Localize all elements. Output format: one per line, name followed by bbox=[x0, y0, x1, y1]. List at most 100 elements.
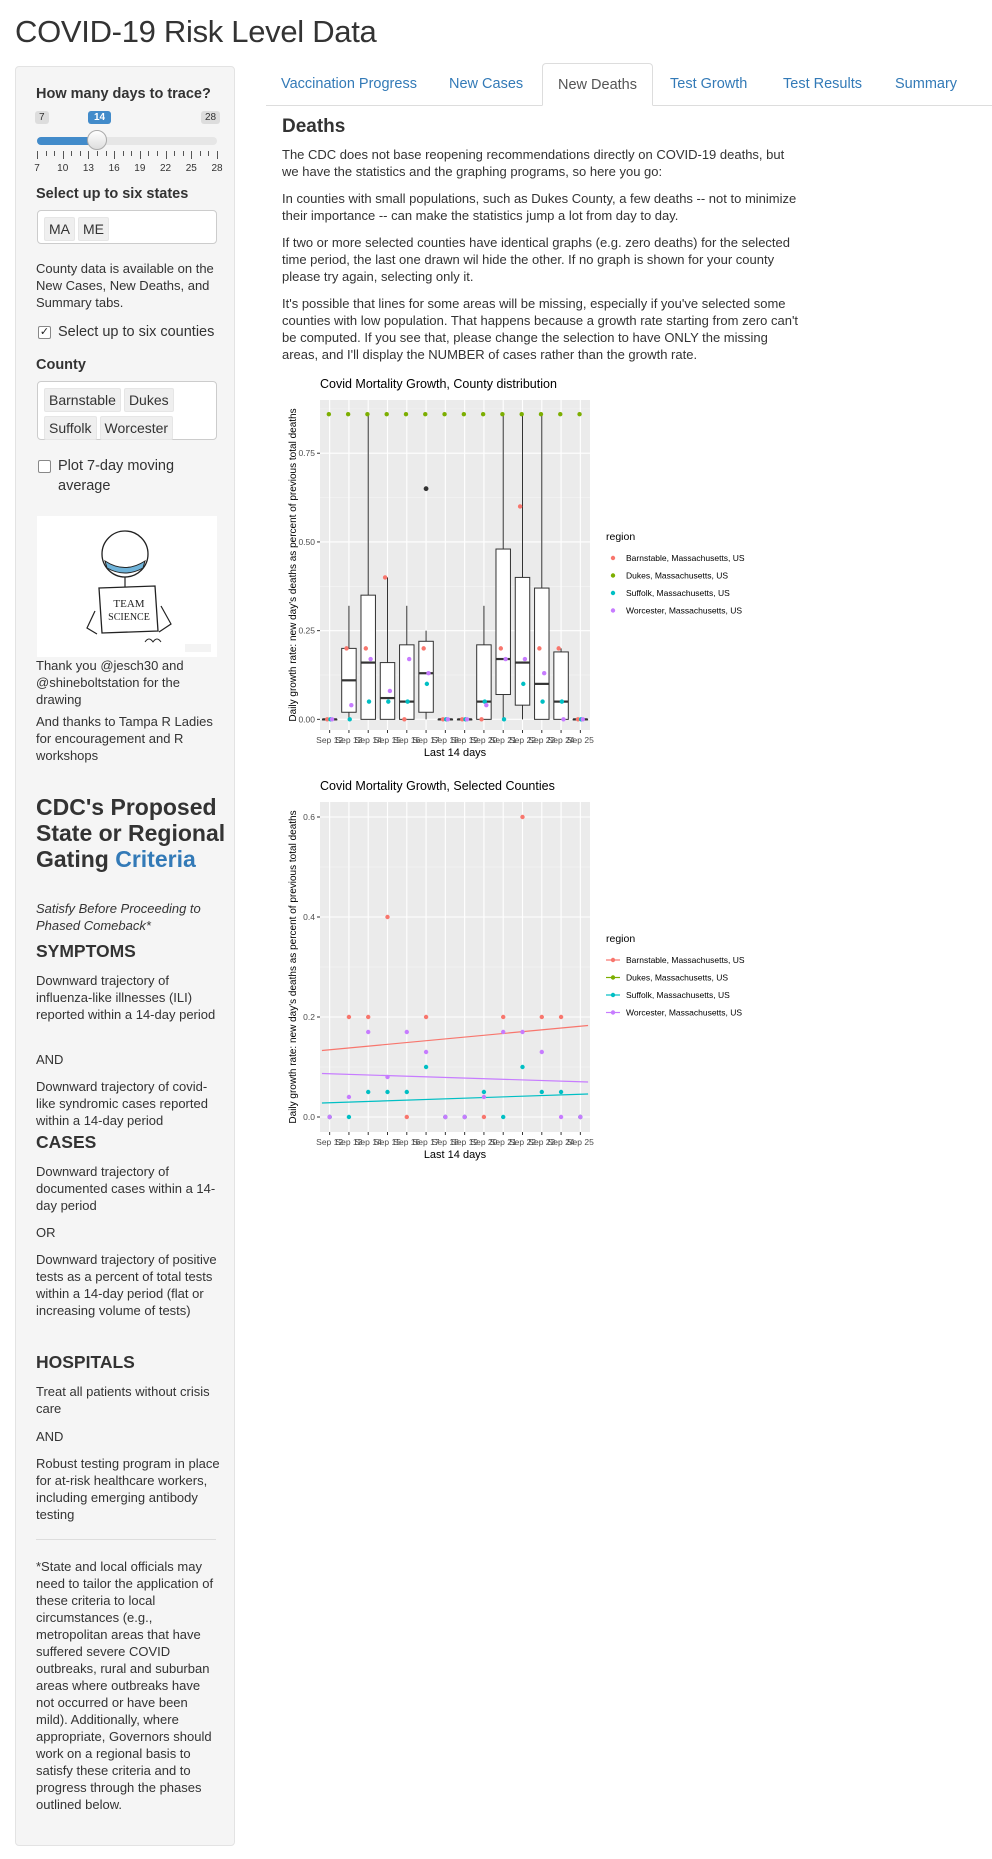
slider-tick-label: 19 bbox=[134, 163, 146, 174]
divider bbox=[36, 1539, 216, 1540]
data-point bbox=[345, 411, 351, 417]
x-axis-label: Last 14 days bbox=[424, 1149, 487, 1161]
county-chip[interactable]: Barnstable bbox=[44, 388, 121, 412]
legend-label: Worcester, Massachusetts, US bbox=[626, 606, 742, 616]
slider-tick-label: 25 bbox=[185, 163, 197, 174]
deaths-paragraph-2: In counties with small populations, such… bbox=[282, 191, 797, 223]
data-point bbox=[445, 717, 450, 722]
data-point bbox=[556, 646, 561, 651]
y-tick-label: 0.50 bbox=[298, 537, 315, 547]
data-point bbox=[368, 656, 373, 662]
y-tick-label: 0.75 bbox=[298, 448, 315, 458]
data-point bbox=[517, 504, 523, 509]
data-point bbox=[501, 1029, 506, 1035]
data-point bbox=[402, 717, 407, 722]
slider-ticks: 7 10 13 16 19 22 25 28 bbox=[34, 151, 223, 174]
data-point bbox=[346, 1114, 352, 1120]
data-point bbox=[498, 646, 504, 651]
legend-label: Suffolk, Massachusetts, US bbox=[626, 990, 730, 1000]
slider-tick-label: 22 bbox=[160, 163, 172, 174]
county-chip[interactable]: Dukes bbox=[123, 388, 174, 412]
deaths-paragraph-4: It's possible that lines for some areas … bbox=[282, 296, 799, 362]
state-chip[interactable]: ME bbox=[78, 217, 109, 241]
y-axis-label: Daily growth rate: new day's deaths as p… bbox=[288, 810, 299, 1123]
cases-heading: CASES bbox=[36, 1132, 97, 1152]
legend-key-point bbox=[610, 555, 616, 561]
box-body bbox=[476, 644, 492, 720]
data-point bbox=[558, 1014, 564, 1020]
data-point bbox=[366, 1089, 371, 1095]
box-body bbox=[379, 662, 396, 720]
data-point bbox=[385, 1074, 390, 1080]
data-point bbox=[500, 411, 505, 417]
legend-key-point bbox=[610, 957, 616, 963]
data-point bbox=[366, 699, 372, 704]
y-axis-label: Daily growth rate: new day's deaths as p… bbox=[288, 408, 299, 721]
state-chip[interactable]: MA bbox=[44, 217, 75, 241]
slider-tick bbox=[182, 151, 184, 156]
slider-track[interactable] bbox=[37, 130, 217, 150]
x-tick-label: Sep 25 bbox=[567, 1137, 594, 1147]
symptoms-criterion-1: Downward trajectory of influenza-like il… bbox=[36, 973, 216, 1022]
slider-tick bbox=[191, 151, 193, 159]
slider-tick-label: 7 bbox=[34, 163, 40, 174]
cdc-subtitle: Satisfy Before Proceeding to Phased Come… bbox=[36, 901, 201, 933]
data-point bbox=[405, 699, 410, 704]
legend-key-point bbox=[610, 573, 616, 578]
hospitals-criterion-1: Treat all patients without crisis care bbox=[36, 1384, 210, 1416]
legend-key-point bbox=[610, 992, 616, 998]
data-point bbox=[385, 914, 390, 920]
slider-handle[interactable] bbox=[87, 130, 107, 150]
states-select[interactable]: MA ME bbox=[37, 210, 217, 244]
tab-summary[interactable]: Summary bbox=[880, 63, 972, 105]
legend-label: Dukes, Massachusetts, US bbox=[626, 571, 728, 581]
slider-tick bbox=[54, 151, 56, 156]
county-note: County data is available on the New Case… bbox=[36, 261, 214, 310]
tab-test-results[interactable]: Test Results bbox=[768, 63, 877, 105]
tab-new-cases[interactable]: New Cases bbox=[434, 63, 538, 105]
counties-checkbox-label: Select up to six counties bbox=[58, 324, 215, 340]
data-point bbox=[501, 1114, 506, 1120]
footnote: *State and local officials may need to t… bbox=[36, 1559, 214, 1812]
tab-new-deaths[interactable]: New Deaths bbox=[542, 63, 653, 106]
slider-tick bbox=[71, 151, 73, 156]
slider-tick bbox=[122, 151, 124, 156]
data-point bbox=[539, 1014, 544, 1020]
counties-checkbox[interactable]: ✓ bbox=[38, 326, 51, 339]
slider-tick bbox=[148, 151, 150, 156]
data-point bbox=[558, 411, 563, 417]
scatter-plot: Covid Mortality Growth, Selected Countie… bbox=[282, 776, 802, 1181]
criteria-link[interactable]: Criteria bbox=[115, 846, 196, 872]
data-point bbox=[385, 1089, 390, 1095]
legend-label: Barnstable, Massachusetts, US bbox=[626, 955, 745, 965]
data-point bbox=[539, 1089, 544, 1095]
data-point bbox=[443, 1114, 448, 1120]
tab-vaccination-progress[interactable]: Vaccination Progress bbox=[266, 63, 432, 105]
data-point bbox=[520, 814, 525, 820]
chart-title: Covid Mortality Growth, Selected Countie… bbox=[320, 779, 555, 793]
data-point bbox=[384, 411, 389, 417]
box-body bbox=[514, 576, 531, 706]
box-body bbox=[399, 644, 415, 720]
slider-tick-label: 28 bbox=[211, 163, 223, 174]
hospitals-criterion-2: Robust testing program in place for at-r… bbox=[36, 1456, 220, 1522]
data-point bbox=[406, 656, 412, 662]
data-point bbox=[404, 1089, 409, 1095]
y-tick-label: 0.6 bbox=[303, 812, 315, 822]
moving-average-checkbox[interactable] bbox=[38, 460, 51, 473]
legend-key-point bbox=[610, 975, 616, 980]
data-point bbox=[520, 1064, 525, 1070]
data-point bbox=[426, 671, 431, 676]
data-point bbox=[539, 1049, 544, 1055]
slider-tick bbox=[131, 151, 133, 156]
county-chip[interactable]: Suffolk bbox=[44, 416, 97, 440]
sidebar: How many days to trace? 7 14 28 7 10 13 16 1… bbox=[15, 66, 235, 1846]
tab-test-growth[interactable]: Test Growth bbox=[655, 63, 762, 105]
deaths-paragraph-3: If two or more selected counties have id… bbox=[282, 235, 790, 284]
slider-tick bbox=[217, 151, 218, 159]
county-select[interactable]: Barnstable Dukes Suffolk Worcester bbox=[37, 381, 217, 440]
county-chip[interactable]: Worcester bbox=[99, 416, 174, 440]
y-tick-label: 0.25 bbox=[298, 626, 315, 636]
data-point bbox=[363, 646, 369, 651]
page-title: COVID-19 Risk Level Data bbox=[15, 14, 377, 49]
